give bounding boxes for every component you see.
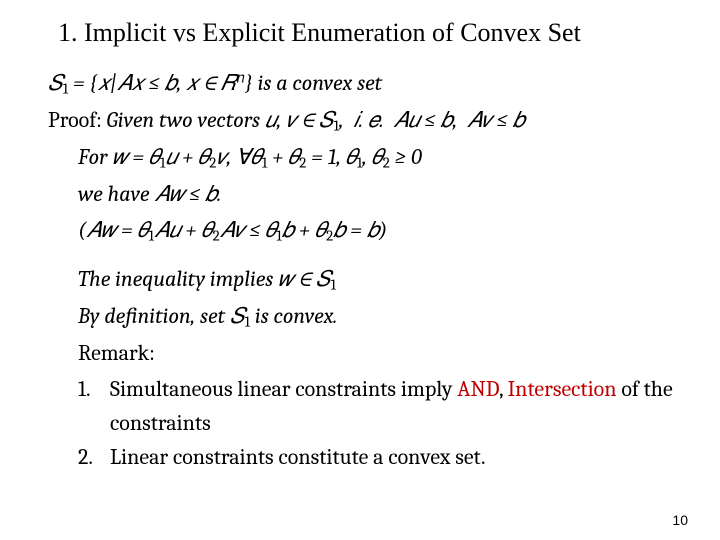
remark-item: 1. Simultaneous linear constraints imply…: [48, 372, 680, 440]
remark-number: 2.: [78, 440, 110, 474]
proof-label: Proof:: [48, 107, 102, 133]
bydef-line: By definition, set 𝑆1 is convex.: [48, 299, 680, 334]
proof-line: Proof: Given two vectors 𝑢, 𝑣 ∈ 𝑆1, 𝑖. 𝑒…: [48, 103, 680, 138]
proof-given: Given two vectors 𝑢, 𝑣 ∈ 𝑆1, 𝑖. 𝑒. 𝐴𝑢 ≤ …: [107, 107, 525, 133]
remark-text: Linear constraints constitute a convex s…: [110, 440, 486, 474]
for-line: For 𝑤 = 𝜃1𝑢 + 𝜃2𝑣, ∀𝜃1 + 𝜃2 = 1, 𝜃1, 𝜃2 …: [48, 140, 680, 175]
claim-line: 𝑆1 = {𝑥|𝐴𝑥 ≤ 𝑏, 𝑥 ∈ 𝑅𝑛} is a convex set: [48, 66, 680, 101]
inequality-line: The inequality implies 𝑤 ∈ 𝑆1: [48, 262, 680, 297]
page-number: 10: [672, 512, 688, 528]
slide: 1. Implicit vs Explicit Enumeration of C…: [0, 0, 720, 540]
remark-label: Remark:: [48, 336, 680, 370]
aw-line: (𝐴𝑤 = 𝜃1𝐴𝑢 + 𝜃2𝐴𝑣 ≤ 𝜃1𝑏 + 𝜃2𝑏 = 𝑏): [48, 213, 680, 248]
wehave-line: we have 𝐴𝑤 ≤ 𝑏.: [48, 177, 680, 211]
slide-title: 1. Implicit vs Explicit Enumeration of C…: [48, 18, 680, 48]
remark-item: 2. Linear constraints constitute a conve…: [48, 440, 680, 474]
slide-body: 𝑆1 = {𝑥|𝐴𝑥 ≤ 𝑏, 𝑥 ∈ 𝑅𝑛} is a convex set …: [48, 66, 680, 474]
remark-text: Simultaneous linear constraints imply AN…: [110, 372, 680, 440]
remark-number: 1.: [78, 372, 110, 440]
